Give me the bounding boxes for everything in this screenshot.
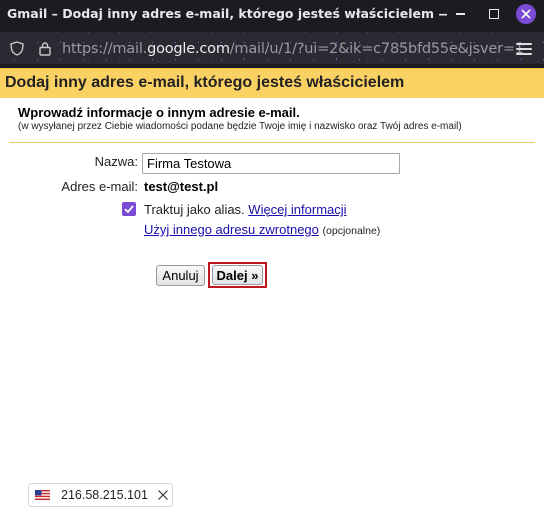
browser-toolbar: https://mail.google.com/mail/u/1/?ui=2&i… <box>0 28 544 68</box>
more-info-link[interactable]: Więcej informacji <box>248 202 346 217</box>
alias-row: Traktuj jako alias. Więcej informacji <box>144 202 347 217</box>
dialog-title: Dodaj inny adres e-mail, którego jesteś … <box>5 74 405 91</box>
checkmark-icon <box>124 205 134 214</box>
window-title: Gmail – Dodaj inny adres e-mail, którego… <box>7 6 447 21</box>
cancel-button[interactable]: Anuluj <box>156 265 205 286</box>
us-flag-icon <box>35 490 50 500</box>
shield-icon[interactable] <box>10 41 24 56</box>
close-window-button[interactable] <box>516 4 536 24</box>
reply-to-row: Użyj innego adresu zwrotnego (opcjonalne… <box>144 222 380 237</box>
intro-section: Wprowadź informacje o innym adresie e-ma… <box>18 105 462 132</box>
divider <box>9 142 535 143</box>
lock-icon[interactable] <box>38 41 52 56</box>
hamburger-menu-icon[interactable] <box>516 43 532 55</box>
ip-indicator: 216.58.215.101 <box>28 483 173 507</box>
url-path: /mail/u/1/?ui=2&ik=c785bfd55e&jsver=1 <box>229 41 524 57</box>
email-value: test@test.pl <box>144 179 219 194</box>
minimize-icon[interactable] <box>450 4 470 24</box>
window-titlebar: Gmail – Dodaj inny adres e-mail, którego… <box>0 0 544 28</box>
reply-to-link[interactable]: Użyj innego adresu zwrotnego <box>144 222 319 237</box>
close-icon[interactable] <box>157 489 169 501</box>
url-prefix: https://mail. <box>62 41 148 57</box>
alias-checkbox[interactable] <box>122 202 136 216</box>
reply-to-optional: (opcjonalne) <box>322 225 381 237</box>
alias-label[interactable]: Traktuj jako alias. <box>144 202 245 217</box>
url-domain: google.com <box>147 41 230 57</box>
maximize-icon[interactable] <box>484 4 504 24</box>
ip-address: 216.58.215.101 <box>61 488 148 502</box>
url-text[interactable]: https://mail.google.com/mail/u/1/?ui=2&i… <box>62 41 524 57</box>
dialog-header: Dodaj inny adres e-mail, którego jesteś … <box>0 68 544 98</box>
close-icon <box>521 9 531 19</box>
intro-lead: Wprowadź informacje o innym adresie e-ma… <box>18 105 300 120</box>
intro-note: (w wysyłanej przez Ciebie wiadomości pod… <box>18 121 462 132</box>
name-label: Nazwa: <box>94 154 138 169</box>
email-label: Adres e-mail: <box>61 179 138 194</box>
name-input[interactable] <box>142 153 400 174</box>
next-button-highlight: Dalej » <box>208 262 267 288</box>
next-button[interactable]: Dalej » <box>212 265 263 285</box>
address-bar[interactable]: https://mail.google.com/mail/u/1/?ui=2&i… <box>0 32 544 64</box>
